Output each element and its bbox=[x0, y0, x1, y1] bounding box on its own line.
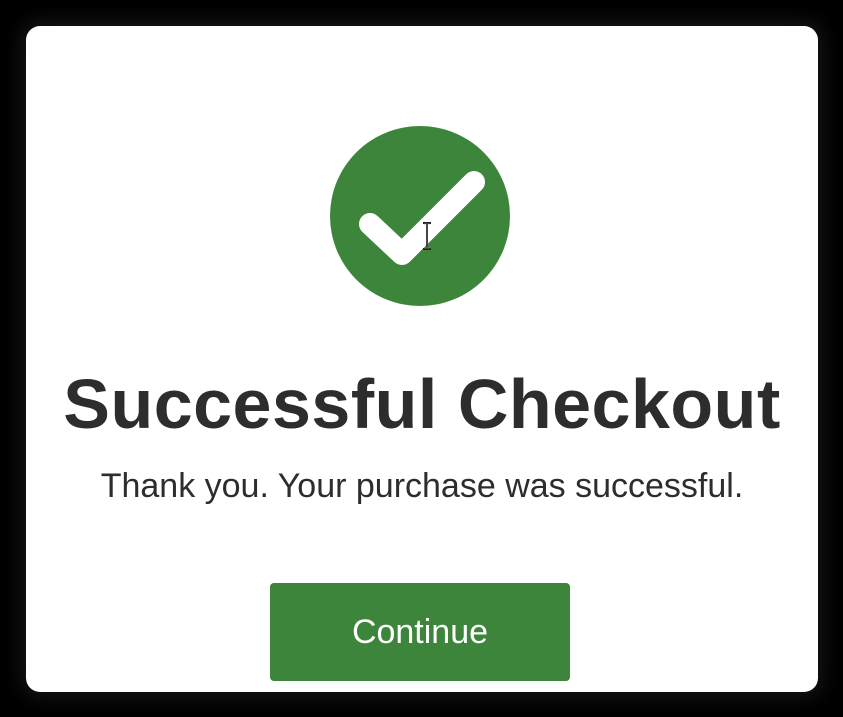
checkout-success-dialog: Successful Checkout Thank you. Your purc… bbox=[26, 26, 818, 692]
text-cursor-icon bbox=[423, 222, 431, 250]
continue-button[interactable]: Continue bbox=[270, 583, 570, 681]
checkmark-circle-icon bbox=[330, 126, 510, 306]
checkmark-icon bbox=[359, 171, 485, 265]
success-message: Thank you. Your purchase was successful. bbox=[100, 467, 744, 505]
page-title: Successful Checkout bbox=[63, 365, 781, 443]
